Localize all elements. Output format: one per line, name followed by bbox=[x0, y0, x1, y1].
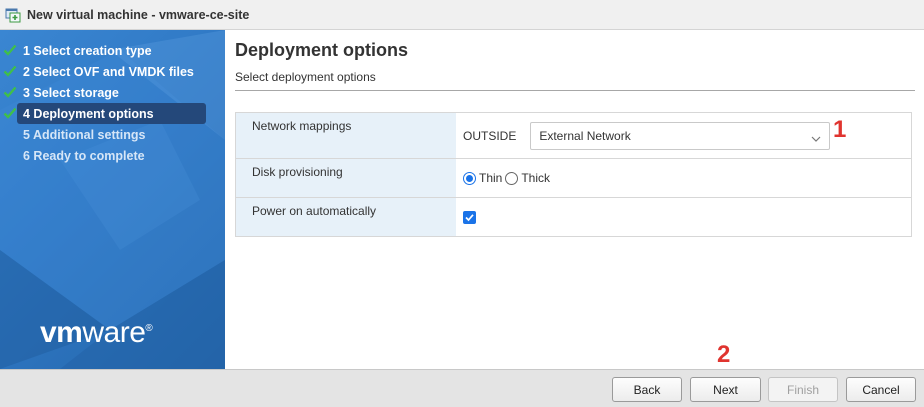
step-additional-settings: 5 Additional settings bbox=[0, 124, 225, 145]
thin-label: Thin bbox=[479, 171, 503, 185]
step-label: 6 Ready to complete bbox=[23, 148, 145, 163]
check-icon bbox=[3, 85, 17, 99]
finish-button[interactable]: Finish bbox=[768, 377, 838, 402]
network-mappings-label: Network mappings bbox=[236, 113, 456, 158]
next-button[interactable]: Next bbox=[690, 377, 761, 402]
disk-provisioning-row: Disk provisioning Thin Thick bbox=[236, 159, 911, 198]
network-select-value: External Network bbox=[539, 128, 631, 143]
thin-option[interactable]: Thin bbox=[463, 171, 505, 185]
step-select-creation-type[interactable]: 1 Select creation type bbox=[0, 40, 225, 61]
step-label: 4 Deployment options bbox=[23, 106, 154, 121]
window-title: New virtual machine - vmware-ce-site bbox=[27, 7, 250, 22]
title-bar: New virtual machine - vmware-ce-site bbox=[0, 0, 924, 30]
annotation-2: 2 bbox=[717, 341, 731, 368]
thick-option[interactable]: Thick bbox=[505, 171, 553, 185]
chevron-down-icon bbox=[811, 132, 821, 142]
wizard-steps: 1 Select creation type 2 Select OVF and … bbox=[0, 40, 225, 166]
network-source-name: OUTSIDE bbox=[463, 128, 517, 143]
disk-provisioning-value: Thin Thick bbox=[456, 159, 911, 197]
power-on-row: Power on automatically bbox=[236, 198, 911, 236]
step-ready-to-complete: 6 Ready to complete bbox=[0, 145, 225, 166]
divider bbox=[235, 90, 915, 91]
step-deployment-options[interactable]: 4 Deployment options bbox=[0, 103, 225, 124]
wizard-footer: Back Next Finish Cancel bbox=[0, 369, 924, 407]
cancel-button[interactable]: Cancel bbox=[846, 377, 916, 402]
power-on-checkbox[interactable] bbox=[463, 210, 476, 224]
check-icon bbox=[3, 106, 17, 120]
power-on-label: Power on automatically bbox=[236, 198, 456, 236]
main-panel: Deployment options Select deployment opt… bbox=[225, 30, 924, 369]
disk-provisioning-label: Disk provisioning bbox=[236, 159, 456, 197]
power-on-value bbox=[456, 198, 911, 236]
step-label: 1 Select creation type bbox=[23, 43, 152, 58]
step-label: 5 Additional settings bbox=[23, 127, 146, 142]
thick-radio[interactable] bbox=[505, 171, 519, 185]
step-label: 2 Select OVF and VMDK files bbox=[23, 64, 194, 79]
network-mappings-row: Network mappings OUTSIDE External Networ… bbox=[236, 113, 911, 159]
thick-label: Thick bbox=[521, 171, 551, 185]
vm-window-icon bbox=[4, 6, 22, 24]
step-label: 3 Select storage bbox=[23, 85, 119, 100]
back-button[interactable]: Back bbox=[612, 377, 682, 402]
network-select[interactable]: External Network bbox=[530, 121, 831, 150]
page-subtitle: Select deployment options bbox=[235, 70, 376, 84]
vmware-logo: vmware® bbox=[40, 316, 153, 349]
options-grid: Network mappings OUTSIDE External Networ… bbox=[235, 112, 912, 237]
wizard-sidebar: 1 Select creation type 2 Select OVF and … bbox=[0, 30, 225, 369]
thin-radio[interactable] bbox=[463, 171, 476, 185]
annotation-1: 1 bbox=[833, 116, 847, 143]
step-select-ovf-vmdk[interactable]: 2 Select OVF and VMDK files bbox=[0, 61, 225, 82]
step-select-storage[interactable]: 3 Select storage bbox=[0, 82, 225, 103]
page-title: Deployment options bbox=[235, 40, 409, 60]
check-icon bbox=[3, 43, 17, 57]
check-icon bbox=[3, 64, 17, 78]
